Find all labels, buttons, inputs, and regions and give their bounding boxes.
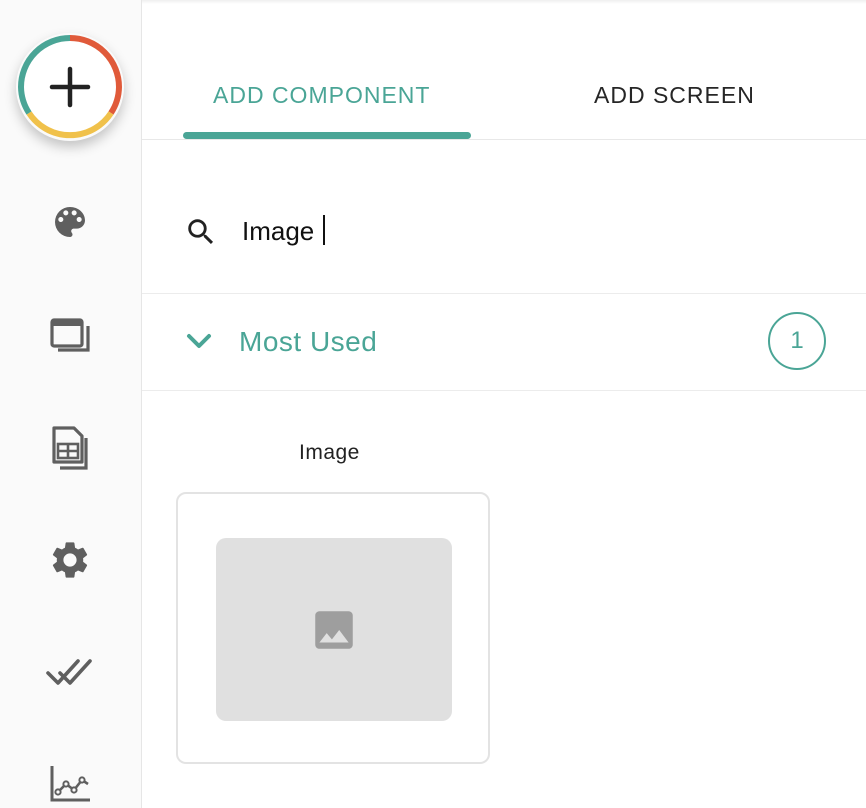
tab-add-component[interactable]: ADD COMPONENT xyxy=(213,82,430,109)
component-panel: ADD COMPONENT ADD SCREEN Most Used 1 Ima… xyxy=(142,0,866,808)
double-check-icon xyxy=(46,659,92,685)
image-icon xyxy=(315,610,353,649)
image-preview xyxy=(216,538,452,721)
component-label: Image xyxy=(299,441,360,464)
sidebar-item-settings[interactable] xyxy=(46,536,94,584)
chart-icon xyxy=(50,766,90,802)
palette-icon xyxy=(55,207,85,237)
section-header-most-used[interactable]: Most Used 1 xyxy=(142,294,866,391)
gear-icon xyxy=(52,542,88,578)
add-button[interactable] xyxy=(16,33,124,141)
sidebar-item-theme[interactable] xyxy=(46,198,94,246)
section-title: Most Used xyxy=(239,326,378,357)
search-input[interactable] xyxy=(242,211,802,251)
active-tab-indicator xyxy=(183,132,471,139)
tab-bar: ADD COMPONENT ADD SCREEN xyxy=(142,0,866,140)
sidebar-item-screens[interactable] xyxy=(46,312,94,360)
chevron-down-icon xyxy=(187,334,211,348)
sidebar xyxy=(0,0,142,808)
search-bar xyxy=(142,140,866,294)
plus-icon xyxy=(49,66,91,108)
sidebar-item-analytics[interactable] xyxy=(46,760,94,808)
search-icon xyxy=(188,219,214,245)
count-badge: 1 xyxy=(768,312,826,370)
screens-icon xyxy=(50,318,90,352)
component-card-image[interactable] xyxy=(176,492,490,764)
sidebar-item-database[interactable] xyxy=(46,424,94,472)
text-cursor xyxy=(323,215,325,245)
sidebar-item-publish[interactable] xyxy=(46,648,94,696)
tab-add-screen[interactable]: ADD SCREEN xyxy=(594,82,755,109)
table-icon xyxy=(52,426,88,470)
